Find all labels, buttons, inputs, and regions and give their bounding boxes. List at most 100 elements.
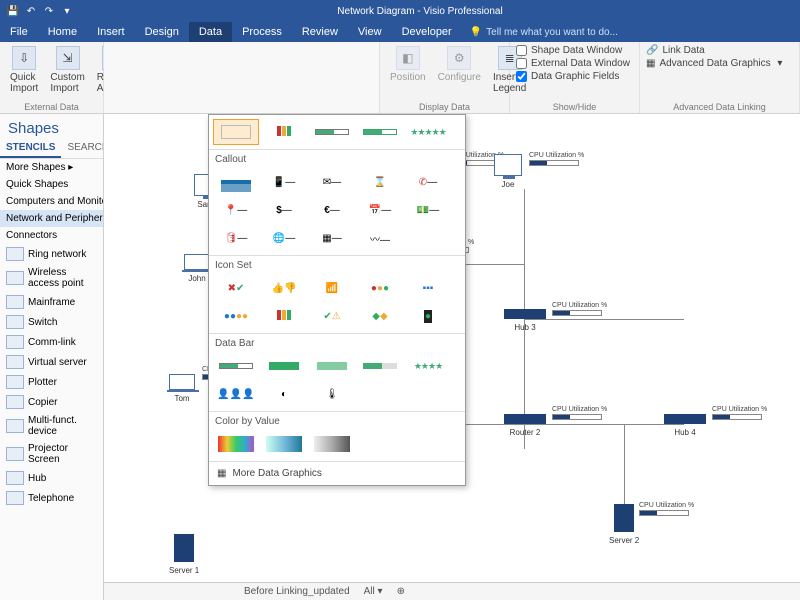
node-hub4[interactable]: Hub 4 [664, 414, 706, 437]
node-server2[interactable]: Server 2 [609, 504, 639, 545]
node-router2[interactable]: Router 2 [504, 414, 546, 437]
node-tom[interactable]: Tom [169, 374, 195, 403]
search-tab[interactable]: SEARCH [61, 139, 104, 158]
callout-calendar[interactable]: 📅— [357, 197, 403, 223]
link-data-button[interactable]: 🔗Link Data [646, 44, 793, 57]
shape-projector-screen[interactable]: Projector Screen [0, 440, 103, 468]
sheet-tab-active[interactable]: Before Linking_updated [244, 586, 350, 597]
iconset-traffic[interactable]: ●●● [357, 275, 403, 301]
shape-wireless-ap[interactable]: Wireless access point [0, 264, 103, 292]
databar-3[interactable] [309, 353, 355, 379]
callout-chip[interactable]: ▦— [309, 225, 355, 251]
flags-option-1[interactable] [261, 119, 307, 145]
callout-phone[interactable]: 📱— [261, 169, 307, 195]
iconset-circles[interactable]: ●●●● [213, 303, 259, 329]
callout-heading[interactable] [213, 169, 259, 195]
shape-virtual-server[interactable]: Virtual server [0, 352, 103, 372]
databar-1[interactable] [213, 353, 259, 379]
databar-4[interactable] [357, 353, 403, 379]
callout-dollar[interactable]: $— [261, 197, 307, 223]
progress-option-1[interactable] [309, 119, 355, 145]
tab-design[interactable]: Design [135, 22, 189, 42]
progress-option-2[interactable] [357, 119, 403, 145]
iconset-wifi[interactable]: 📶 [309, 275, 355, 301]
color-blue[interactable] [261, 431, 307, 457]
tab-insert[interactable]: Insert [87, 22, 135, 42]
custom-import-button[interactable]: ⇲Custom Import [46, 44, 88, 96]
shape-ring-network[interactable]: Ring network [0, 244, 103, 264]
databar-people[interactable]: 👤👤👤 [213, 381, 259, 407]
databar-thermo[interactable]: 🌡 [309, 381, 355, 407]
data-graphic-fields-check[interactable]: Data Graphic Fields [516, 70, 633, 83]
tab-review[interactable]: Review [292, 22, 348, 42]
external-data-window-check[interactable]: External Data Window [516, 57, 633, 70]
callout-euro[interactable]: €— [309, 197, 355, 223]
quick-import-button[interactable]: ⇩Quick Import [6, 44, 42, 96]
iconset-check[interactable]: ✖✔ [213, 275, 259, 301]
databar-2[interactable] [261, 353, 307, 379]
tab-developer[interactable]: Developer [392, 22, 462, 42]
node-hub3[interactable]: Hub 3 [504, 309, 546, 332]
color-spectrum[interactable] [213, 431, 259, 457]
node-server1[interactable]: Server 1 [169, 534, 199, 575]
computers-stencil[interactable]: Computers and Monitors [0, 193, 103, 210]
tab-file[interactable]: File [0, 22, 38, 42]
more-data-graphics[interactable]: ▦More Data Graphics [209, 462, 465, 485]
node-joe[interactable]: Joe [494, 154, 522, 189]
ribbon-tabs: File Home Insert Design Data Process Rev… [0, 22, 800, 42]
shape-hub[interactable]: Hub [0, 468, 103, 488]
shape-comm-link[interactable]: Comm-link [0, 332, 103, 352]
tab-data[interactable]: Data [189, 22, 232, 42]
databar-gauge[interactable]: ◐ [261, 381, 307, 407]
save-icon[interactable]: 💾 [6, 4, 20, 18]
connectors-stencil[interactable]: Connectors [0, 227, 103, 244]
callout-database[interactable]: 🛢— [213, 225, 259, 251]
position-button[interactable]: ◧Position [386, 44, 430, 96]
iconset-diamond[interactable]: ◆◆ [357, 303, 403, 329]
tab-process[interactable]: Process [232, 22, 292, 42]
callout-globe[interactable]: 🌐— [261, 225, 307, 251]
network-stencil[interactable]: Network and Peripherals [0, 210, 103, 227]
more-shapes-item[interactable]: More Shapes ▸ [0, 159, 103, 176]
sheet-all[interactable]: All ▾ [364, 586, 383, 597]
callout-pulse[interactable]: 〰— [357, 225, 403, 251]
tell-me-search[interactable]: 💡Tell me what you want to do... [462, 22, 800, 42]
iconset-boxes[interactable]: ▪▪▪ [405, 275, 451, 301]
customize-qa-icon[interactable]: ▾ [60, 4, 74, 18]
shape-mainframe[interactable]: Mainframe [0, 292, 103, 312]
iconset-flags2[interactable] [261, 303, 307, 329]
stars-option-1[interactable]: ★★★★★ [405, 119, 451, 145]
tab-view[interactable]: View [348, 22, 392, 42]
shape-telephone[interactable]: Telephone [0, 488, 103, 508]
undo-icon[interactable]: ↶ [24, 4, 38, 18]
shape-plotter[interactable]: Plotter [0, 372, 103, 392]
iconset-warn[interactable]: ✔⚠ [309, 303, 355, 329]
callout-money[interactable]: 💵— [405, 197, 451, 223]
drawing-canvas[interactable]: Sarah CPU Utilization % Jamie CPU Utiliz… [104, 114, 800, 600]
callout-hourglass[interactable]: ⌛ [357, 169, 403, 195]
advanced-data-graphics-button[interactable]: ▦Advanced Data Graphics ▾ [646, 57, 793, 70]
node-john[interactable]: John [184, 254, 210, 283]
quick-shapes-item[interactable]: Quick Shapes [0, 176, 103, 193]
redo-icon[interactable]: ↷ [42, 4, 56, 18]
callout-location[interactable]: 📍— [213, 197, 259, 223]
no-graphic-option[interactable] [213, 119, 259, 145]
iconset-thumbs[interactable]: 👍👎 [261, 275, 307, 301]
quick-access-toolbar: 💾 ↶ ↷ ▾ [0, 4, 80, 18]
callout-mail[interactable]: ✉— [309, 169, 355, 195]
stencils-tab[interactable]: STENCILS [0, 139, 61, 158]
configure-button[interactable]: ⚙Configure [434, 44, 485, 96]
custom-import-icon: ⇲ [56, 46, 80, 70]
group-show-hide: Show/Hide [516, 102, 633, 113]
shape-data-window-check[interactable]: Shape Data Window [516, 44, 633, 57]
shape-switch[interactable]: Switch [0, 312, 103, 332]
wireless-icon [6, 271, 24, 285]
callout-phone2[interactable]: ✆— [405, 169, 451, 195]
shape-multifunction[interactable]: Multi-funct. device [0, 412, 103, 440]
new-sheet-button[interactable]: ⊕ [397, 586, 405, 597]
shape-copier[interactable]: Copier [0, 392, 103, 412]
iconset-dark[interactable]: ● [405, 303, 451, 329]
tab-home[interactable]: Home [38, 22, 87, 42]
databar-stars[interactable]: ★★★★ [405, 353, 451, 379]
color-gray[interactable] [309, 431, 355, 457]
